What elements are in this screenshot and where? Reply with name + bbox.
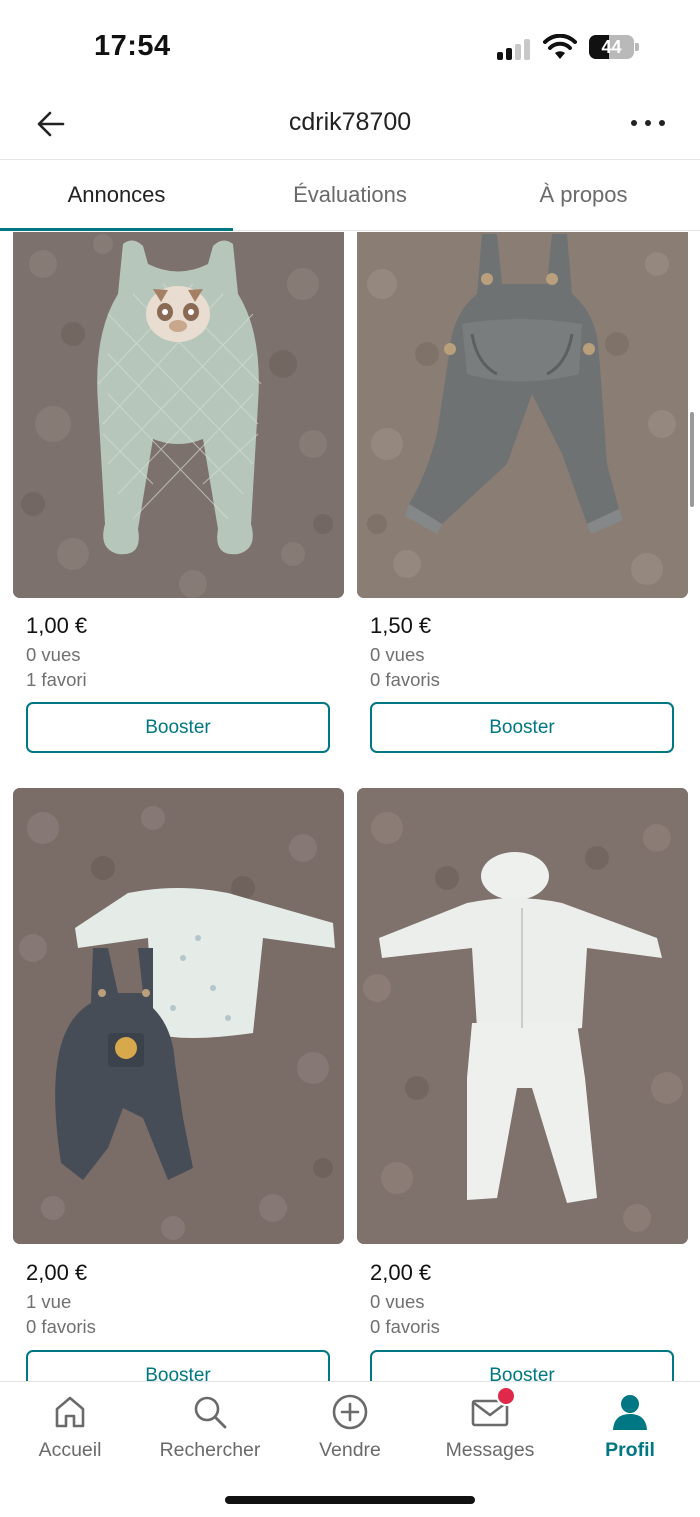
wifi-icon — [543, 34, 577, 59]
page-title: cdrik78700 — [288, 108, 412, 136]
listing-photo[interactable] — [357, 232, 688, 598]
listing-views: 1 vue — [26, 1291, 72, 1312]
nav-label: Profil — [605, 1439, 655, 1461]
search-icon — [194, 1396, 227, 1429]
nav-label: Vendre — [319, 1439, 381, 1461]
scrollbar[interactable] — [690, 412, 694, 507]
tab-annonces[interactable]: Annonces — [0, 160, 233, 231]
messages-notification-badge — [496, 1386, 516, 1406]
listing-price: 2,00 € — [26, 1260, 88, 1285]
status-bar: 17:54 44 — [0, 0, 700, 90]
listing-favorites: 0 favoris — [370, 1316, 440, 1337]
listing-price: 1,50 € — [370, 613, 432, 638]
nav-rechercher[interactable]: Rechercher — [140, 1382, 280, 1472]
home-indicator[interactable] — [225, 1496, 475, 1504]
nav-label: Accueil — [38, 1439, 102, 1461]
signal-icon — [497, 38, 533, 60]
listing-photo[interactable] — [13, 232, 344, 598]
listing-price: 1,00 € — [26, 613, 88, 638]
nav-label: Rechercher — [159, 1439, 261, 1461]
tab-evaluations[interactable]: Évaluations — [233, 160, 467, 231]
listing-photo[interactable] — [357, 788, 688, 1244]
home-icon — [55, 1396, 85, 1428]
active-tab-indicator — [0, 228, 233, 231]
nav-label: Messages — [445, 1439, 535, 1461]
sleepsuit-photo — [13, 232, 344, 598]
booster-button[interactable]: Booster — [370, 1350, 674, 1382]
tab-a-propos[interactable]: À propos — [467, 160, 700, 231]
booster-button[interactable]: Booster — [26, 702, 330, 753]
booster-button[interactable]: Booster — [370, 702, 674, 753]
listing-views: 0 vues — [26, 644, 81, 665]
battery-level: 44 — [601, 37, 622, 57]
nav-vendre[interactable]: Vendre — [280, 1382, 420, 1472]
profile-tabs: Annonces Évaluations À propos — [0, 160, 700, 231]
dungarees-photo — [357, 232, 688, 598]
listings-grid[interactable]: 1,00 € 0 vues 1 favori Booster 1,50 € 0 … — [0, 232, 700, 1382]
status-time: 17:54 — [94, 30, 171, 62]
listing-favorites: 0 favoris — [370, 669, 440, 690]
profile-icon — [613, 1395, 647, 1430]
more-options-button[interactable] — [624, 104, 672, 144]
listing-views: 0 vues — [370, 1291, 425, 1312]
listing-photo[interactable] — [13, 788, 344, 1244]
listing-favorites: 0 favoris — [26, 1316, 96, 1337]
outfit-photo — [13, 788, 344, 1244]
listing-price: 2,00 € — [370, 1260, 432, 1285]
nav-accueil[interactable]: Accueil — [0, 1382, 140, 1472]
booster-button[interactable]: Booster — [26, 1350, 330, 1382]
more-dots-icon — [631, 120, 665, 126]
profile-header: cdrik78700 — [0, 90, 700, 160]
baby-set-photo — [357, 788, 688, 1244]
nav-messages[interactable]: Messages — [420, 1382, 560, 1472]
listing-favorites: 1 favori — [26, 669, 87, 690]
battery-icon: 44 — [589, 35, 639, 59]
listing-views: 0 vues — [370, 644, 425, 665]
nav-profil[interactable]: Profil — [560, 1382, 700, 1472]
plus-circle-icon — [332, 1394, 368, 1430]
